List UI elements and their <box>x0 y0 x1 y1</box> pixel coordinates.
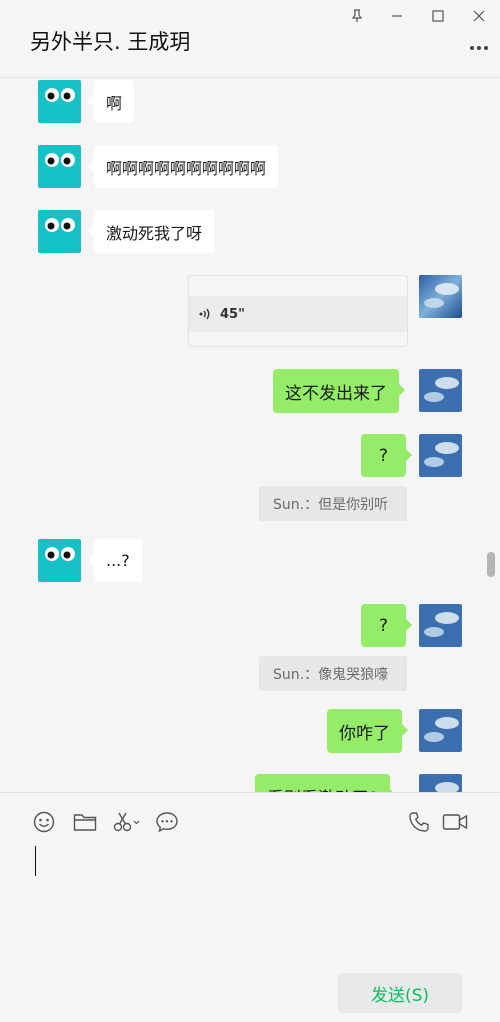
close-icon[interactable] <box>466 4 492 28</box>
user-avatar[interactable] <box>419 774 462 792</box>
user-avatar[interactable] <box>419 604 462 647</box>
message-bubble-incoming[interactable]: ...? <box>88 539 142 582</box>
video-icon[interactable] <box>441 809 469 835</box>
voice-wave-icon <box>199 308 210 320</box>
user-avatar[interactable] <box>419 369 462 412</box>
text-cursor <box>35 846 36 876</box>
phone-icon[interactable] <box>406 809 432 835</box>
contact-avatar[interactable] <box>38 80 81 123</box>
message-list[interactable]: 啊 啊啊啊啊啊啊啊啊啊啊 激动死我了呀 45" 这不发出来了 ? Sun.：但是… <box>0 78 500 792</box>
contact-avatar[interactable] <box>38 539 81 582</box>
message-bubble-outgoing[interactable]: ? <box>361 434 412 477</box>
minimize-icon[interactable] <box>384 4 410 28</box>
user-avatar[interactable] <box>419 434 462 477</box>
quoted-message[interactable]: Sun.：像鬼哭狼嚎 <box>259 656 407 691</box>
quoted-message[interactable]: Sun.：但是你别听 <box>259 486 407 521</box>
user-avatar[interactable] <box>419 709 462 752</box>
input-area[interactable]: 发送(S) <box>0 792 500 1022</box>
contact-avatar[interactable] <box>38 210 81 253</box>
chat-header: 另外半只. 王成玥 <box>0 0 500 78</box>
voice-duration: 45" <box>220 306 245 322</box>
contact-avatar[interactable] <box>38 145 81 188</box>
message-bubble-incoming[interactable]: 激动死我了呀 <box>87 210 215 253</box>
message-bubble-incoming[interactable]: 啊 <box>87 80 135 123</box>
message-bubble-outgoing[interactable]: 看别看激动了? <box>255 774 397 792</box>
folder-icon[interactable] <box>72 809 98 835</box>
message-scrollbar[interactable] <box>487 552 495 577</box>
user-avatar[interactable] <box>419 275 462 318</box>
message-bubble-outgoing[interactable]: 这不发出来了 <box>273 369 405 413</box>
chat-title: 另外半只. 王成玥 <box>30 30 191 54</box>
send-button[interactable]: 发送(S) <box>338 973 462 1013</box>
message-bubble-outgoing[interactable]: 你咋了 <box>327 709 408 753</box>
emoji-icon[interactable] <box>31 809 57 835</box>
voice-message-card[interactable]: 45" <box>188 275 408 347</box>
message-bubble-outgoing[interactable]: ? <box>361 604 412 647</box>
more-dots-icon[interactable] <box>466 38 492 58</box>
message-bubble-incoming[interactable]: 啊啊啊啊啊啊啊啊啊啊 <box>87 145 279 188</box>
pin-icon[interactable] <box>344 4 370 28</box>
voice-message-bar[interactable]: 45" <box>189 296 407 332</box>
chat-bubble-icon[interactable] <box>154 809 180 835</box>
scissors-icon[interactable] <box>111 809 141 835</box>
maximize-icon[interactable] <box>425 4 451 28</box>
